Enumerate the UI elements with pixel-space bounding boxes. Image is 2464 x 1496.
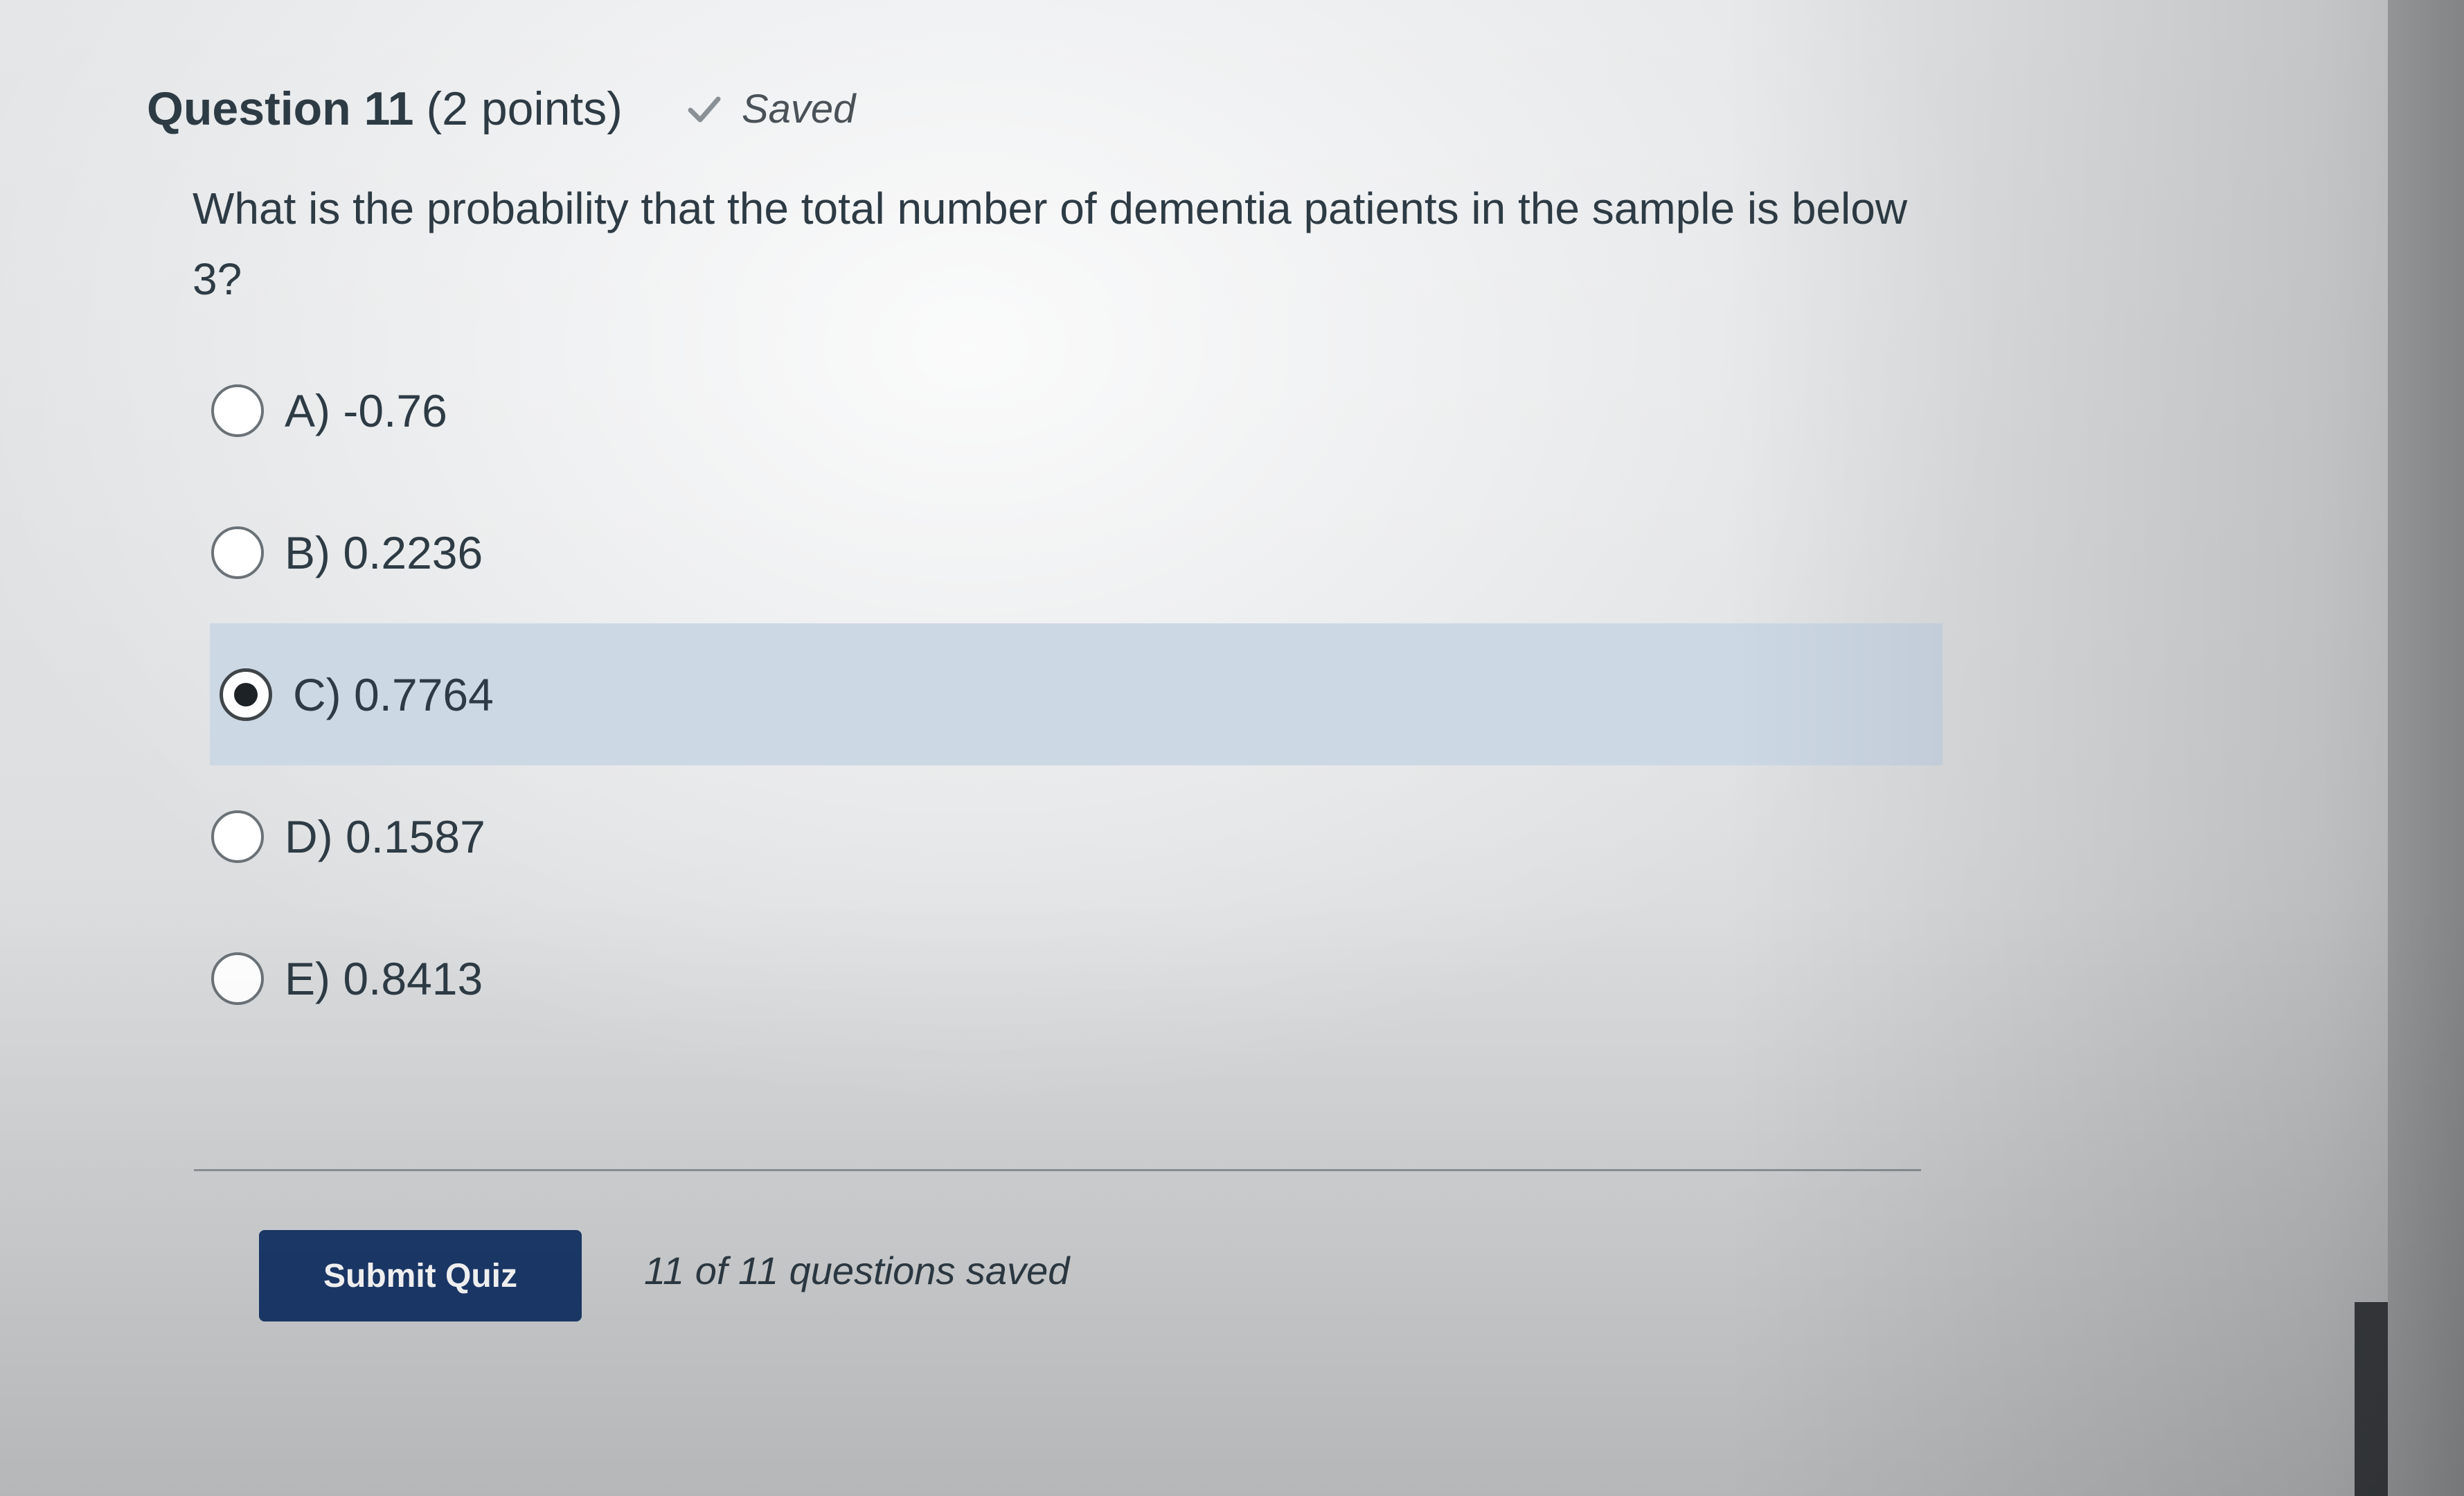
radio-button-b[interactable] [211,526,264,579]
saved-status-text: Saved [741,86,856,132]
radio-button-d[interactable] [211,810,264,863]
radio-button-a[interactable] [211,384,264,437]
question-header: Question 11 (2 points) Saved [147,78,855,140]
answer-label-b: B) 0.2236 [285,526,483,578]
question-title: Question 11 [147,82,414,135]
radio-button-e[interactable] [211,952,264,1005]
answer-option-a[interactable]: A) -0.76 [211,339,1943,481]
question-text: What is the probability that the total n… [193,184,1908,304]
answer-label-a: A) -0.76 [285,384,447,436]
answer-list: A) -0.76 B) 0.2236 C) 0.7764 D) 0.1587 E… [210,339,1943,1049]
divider [194,1169,1921,1171]
answer-label-c: C) 0.7764 [293,668,494,720]
answer-label-d: D) 0.1587 [285,810,485,862]
questions-saved-status: 11 of 11 questions saved [644,1249,1070,1292]
screen-edge [2388,0,2464,1496]
radio-button-c[interactable] [220,668,272,721]
question-points: (2 points) [426,82,623,135]
saved-status: Saved [685,86,855,132]
answer-option-d[interactable]: D) 0.1587 [211,765,1943,907]
radio-selected-dot [234,682,258,706]
submit-quiz-button[interactable]: Submit Quiz [259,1230,582,1321]
checkmark-icon [688,96,721,123]
answer-option-e[interactable]: E) 0.8413 [211,907,1943,1049]
answer-option-c[interactable]: C) 0.7764 [210,623,1943,765]
answer-label-e: E) 0.8413 [285,952,483,1004]
scrollbar-thumb[interactable] [2355,1302,2388,1496]
answer-option-b[interactable]: B) 0.2236 [211,481,1943,623]
